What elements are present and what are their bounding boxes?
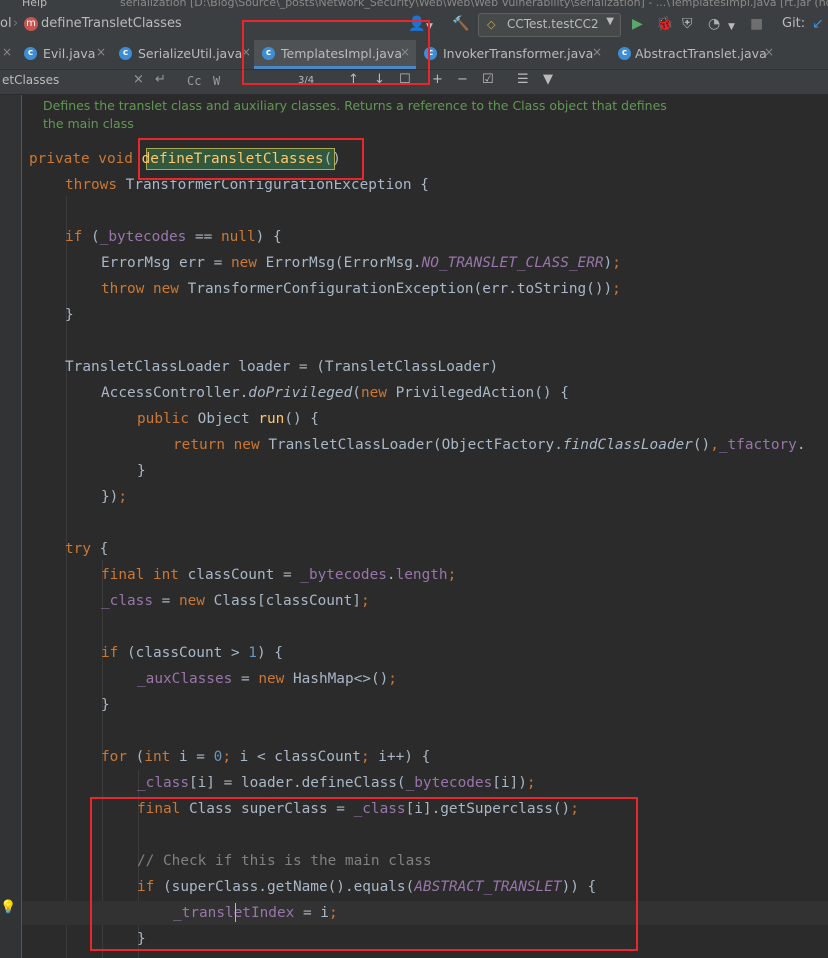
chevron-down-icon[interactable]: ▼ (728, 19, 735, 35)
code-line[interactable]: ErrorMsg err = new ErrorMsg(ErrorMsg.NO_… (101, 253, 621, 273)
tab-label: SerializeUtil.java (138, 46, 243, 61)
code-line[interactable]: TransletClassLoader loader = (TransletCl… (65, 357, 498, 377)
select-all-icon[interactable]: ☑ (482, 72, 494, 87)
editor-gutter[interactable] (0, 95, 22, 958)
code-line[interactable]: public Object run() { (137, 409, 319, 429)
close-icon[interactable]: × (764, 45, 774, 59)
code-line[interactable]: final int classCount = _bytecodes.length… (101, 565, 456, 585)
code-line[interactable]: try { (65, 539, 108, 559)
tab-evil-java[interactable]: c Evil.java × (16, 40, 108, 69)
code-line[interactable]: } (65, 305, 74, 325)
close-icon[interactable]: × (2, 45, 12, 59)
doc-comment-line: the main class (43, 116, 134, 131)
tab-label: Evil.java (43, 46, 96, 61)
coverage-icon[interactable]: ⛨ (682, 16, 693, 32)
git-update-icon[interactable]: ↙ (812, 16, 824, 32)
code-line[interactable]: _class = new Class[classCount]; (101, 591, 370, 611)
java-class-icon: c (119, 47, 132, 60)
tab-overflow[interactable]: × (0, 40, 16, 69)
tab-label: AbstractTranslet.java (635, 46, 767, 61)
match-case-toggle[interactable]: Cc (187, 74, 201, 88)
search-input[interactable]: etClasses (2, 73, 59, 87)
breadcrumb-current[interactable]: defineTransletClasses (41, 16, 182, 31)
breadcrumb-prev[interactable]: ol (0, 16, 12, 31)
annotation-box-code (90, 797, 638, 951)
new-line-icon[interactable]: ↵ (155, 72, 166, 87)
debug-bug-icon[interactable]: 🐞 (656, 16, 673, 32)
filter-options-icon[interactable]: ☰ (517, 72, 529, 87)
breadcrumb-separator-icon: › (13, 16, 19, 31)
close-icon[interactable]: × (592, 45, 602, 59)
window-title: serialization [D:\Blog\Source\_posts\Net… (120, 0, 828, 9)
tab-label: InvokerTransformer.java (443, 46, 594, 61)
abstract-class-icon: c (618, 47, 631, 60)
run-icon[interactable]: ▶ (632, 16, 643, 32)
run-configuration-select[interactable]: ◇ CCTest.testCC2 ▼ (478, 13, 621, 37)
code-line[interactable]: } (101, 695, 110, 715)
code-line[interactable]: AccessController.doPrivileged(new Privil… (101, 383, 569, 403)
remove-selection-icon[interactable]: − (457, 72, 468, 87)
code-line[interactable]: for (int i = 0; i < classCount; i++) { (101, 747, 430, 767)
code-line[interactable]: _auxClasses = new HashMap<>(); (137, 669, 397, 689)
code-line[interactable]: throw new TransformerConfigurationExcept… (101, 279, 621, 299)
annotation-box-method (138, 138, 364, 180)
git-label: Git: (782, 16, 806, 31)
help-menu[interactable]: Help (22, 0, 47, 9)
chevron-down-icon: ▼ (606, 16, 614, 27)
doc-comment-line: Defines the translet class and auxiliary… (43, 98, 667, 113)
code-line[interactable]: if (_bytecodes == null) { (65, 227, 282, 247)
code-line[interactable]: return new TransletClassLoader(ObjectFac… (173, 435, 806, 455)
filter-icon[interactable]: ▼ (543, 72, 553, 87)
title-bar: Help serialization [D:\Blog\Source\_post… (0, 0, 828, 10)
add-selection-icon[interactable]: + (432, 72, 443, 87)
profile-icon[interactable]: ◔ (708, 16, 720, 32)
java-class-icon: c (24, 47, 37, 60)
lightbulb-icon[interactable]: 💡 (0, 900, 16, 918)
test-config-icon: ◇ (487, 18, 496, 31)
clear-search-icon[interactable]: × (133, 72, 144, 87)
method-icon: m (24, 17, 38, 31)
code-line[interactable]: }); (101, 487, 127, 507)
run-configuration-label: CCTest.testCC2 (507, 17, 599, 31)
tab-invokertransformer-java[interactable]: c InvokerTransformer.java × (418, 40, 608, 69)
annotation-box-tab (242, 20, 430, 85)
code-line[interactable]: _class[i] = loader.defineClass(_bytecode… (137, 773, 536, 793)
whole-word-toggle[interactable]: W (213, 74, 220, 88)
code-line[interactable]: if (classCount > 1) { (101, 643, 283, 663)
tab-abstracttranslet-java[interactable]: c AbstractTranslet.java × (612, 40, 782, 69)
code-line[interactable]: } (137, 461, 146, 481)
close-icon[interactable]: × (96, 45, 106, 59)
tab-serializeutil-java[interactable]: c SerializeUtil.java × (110, 40, 252, 69)
stop-icon[interactable]: ■ (750, 16, 763, 32)
build-hammer-icon[interactable]: 🔨 (452, 16, 469, 32)
